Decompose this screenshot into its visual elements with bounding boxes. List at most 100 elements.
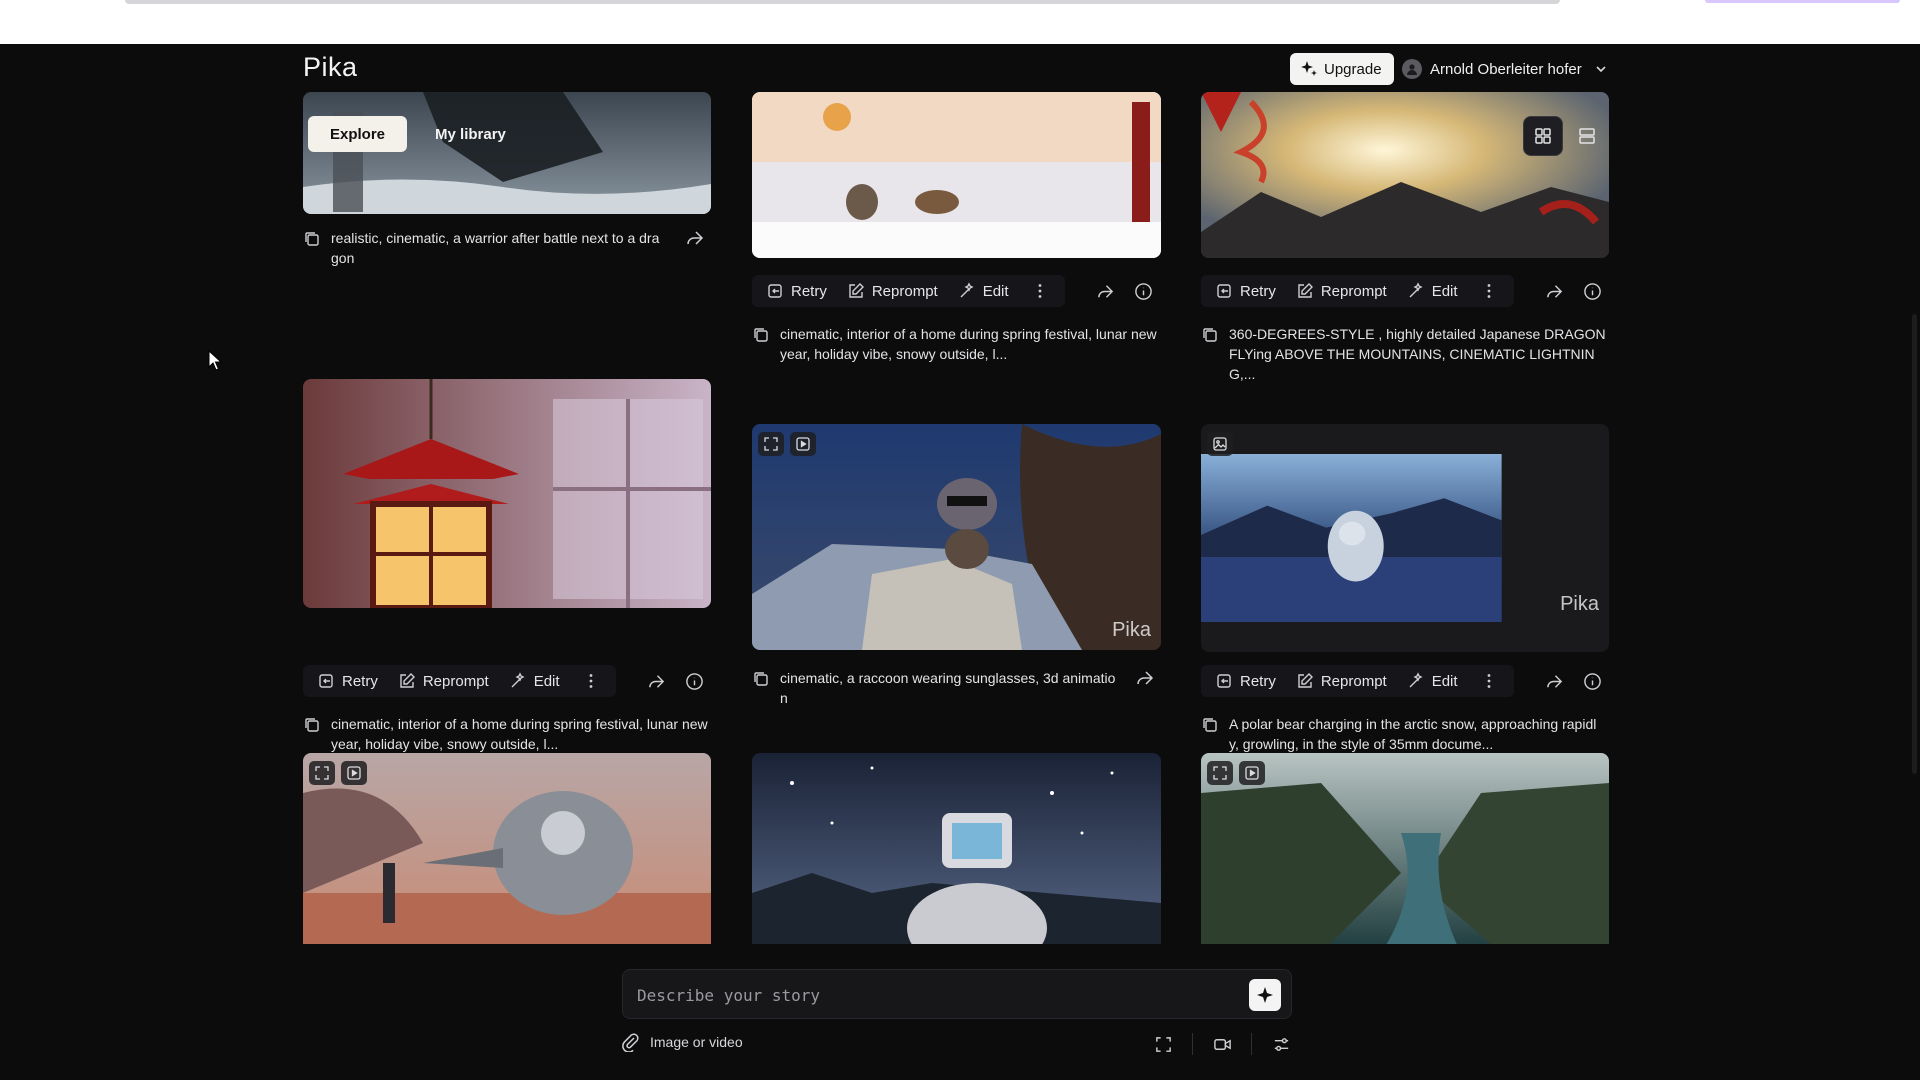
expand-badge[interactable] (758, 432, 784, 456)
more-options-button[interactable] (1468, 275, 1510, 307)
card-thumbnail-warrior[interactable] (303, 92, 711, 214)
prompt-text: realistic, cinematic, a warrior after ba… (331, 230, 660, 266)
prompt-text: cinematic, interior of a home during spr… (780, 326, 1157, 362)
more-options-button[interactable] (1019, 275, 1061, 307)
card-thumbnail-lantern[interactable] (303, 379, 711, 608)
share-button[interactable] (1540, 276, 1570, 306)
share-icon (1547, 284, 1563, 298)
pencil-square-icon (400, 673, 415, 688)
card-action-bar: Retry Reprompt Edit (752, 275, 1159, 307)
upgrade-button[interactable]: Upgrade (1290, 53, 1394, 85)
list-icon (1579, 128, 1595, 144)
copy-icon[interactable] (752, 326, 770, 364)
retry-button[interactable]: Retry (1205, 275, 1286, 307)
tab-my-library[interactable]: My library (413, 116, 528, 152)
info-icon (1584, 672, 1601, 690)
retry-label: Retry (1240, 282, 1276, 300)
edit-button[interactable]: Edit (1397, 665, 1468, 697)
retry-icon (1217, 284, 1231, 298)
share-icon[interactable] (1135, 668, 1161, 708)
card-thumbnail-astronaut[interactable] (303, 753, 711, 953)
generate-button[interactable] (1249, 979, 1281, 1011)
info-button[interactable] (680, 666, 710, 696)
copy-icon[interactable] (1201, 716, 1219, 754)
copy-icon[interactable] (303, 716, 321, 754)
reprompt-button[interactable]: Reprompt (388, 665, 499, 697)
camera-control-button[interactable] (1203, 1029, 1241, 1059)
vertical-dots-icon (1487, 284, 1490, 298)
story-input[interactable] (637, 980, 1197, 1010)
settings-sliders-button[interactable] (1262, 1029, 1300, 1059)
copy-icon[interactable] (1201, 326, 1219, 384)
mouse-cursor-icon (208, 350, 222, 371)
pika-logo[interactable]: Pika (303, 52, 358, 83)
tab-explore[interactable]: Explore (308, 116, 408, 152)
aspect-ratio-button[interactable] (1144, 1029, 1182, 1059)
card-caption-lantern: cinematic, interior of a home during spr… (303, 714, 711, 754)
list-view-button[interactable] (1567, 116, 1607, 156)
more-options-button[interactable] (1468, 665, 1510, 697)
more-options-button[interactable] (570, 665, 612, 697)
share-button[interactable] (642, 666, 672, 696)
info-button[interactable] (1578, 666, 1608, 696)
expand-badge[interactable] (309, 761, 335, 785)
info-button[interactable] (1578, 276, 1608, 306)
reprompt-button[interactable]: Reprompt (837, 275, 948, 307)
attach-label: Image or video (650, 1034, 743, 1050)
copy-icon[interactable] (303, 230, 321, 268)
attach-media-button[interactable]: Image or video (620, 1032, 743, 1052)
play-square-icon (796, 437, 810, 451)
info-button[interactable] (1129, 276, 1159, 306)
grid-view-button[interactable] (1523, 116, 1563, 156)
copy-icon[interactable] (752, 670, 770, 708)
prompt-text: A polar bear charging in the arctic snow… (1229, 716, 1597, 752)
card-thumbnail-spring-home[interactable] (752, 92, 1161, 258)
card-thumbnail-polar-bear[interactable]: Pika (1201, 424, 1609, 652)
prompt-text: cinematic, a raccoon wearing sunglasses,… (780, 670, 1116, 706)
page-scrollbar[interactable] (1912, 314, 1917, 774)
share-button[interactable] (1091, 276, 1121, 306)
info-icon (1584, 282, 1601, 300)
prompt-text: cinematic, interior of a home during spr… (331, 716, 708, 752)
retry-label: Retry (1240, 672, 1276, 690)
reprompt-button[interactable]: Reprompt (1286, 665, 1397, 697)
card-thumbnail-fjord[interactable] (1201, 753, 1609, 953)
action-group: Retry Reprompt Edit (752, 275, 1065, 307)
edit-button[interactable]: Edit (1397, 275, 1468, 307)
play-square-icon (347, 766, 361, 780)
thumbnail-image (303, 379, 711, 608)
pencil-square-icon (1298, 673, 1313, 688)
reprompt-button[interactable]: Reprompt (1286, 275, 1397, 307)
magic-wand-icon (1409, 672, 1423, 688)
retry-icon (319, 674, 333, 688)
pika-watermark: Pika (1112, 619, 1151, 641)
card-thumbnail-raccoon[interactable]: Pika (752, 424, 1161, 650)
story-composer (622, 969, 1292, 1019)
card-caption-polar-bear: A polar bear charging in the arctic snow… (1201, 714, 1609, 754)
pencil-square-icon (849, 283, 864, 298)
edit-label: Edit (533, 672, 560, 690)
video-camera-icon (1213, 1038, 1231, 1050)
edit-button[interactable]: Edit (948, 275, 1019, 307)
edit-label: Edit (982, 282, 1009, 300)
expand-badge[interactable] (1207, 761, 1233, 785)
edit-button[interactable]: Edit (499, 665, 570, 697)
user-menu[interactable]: Arnold Oberleiter hofer (1402, 53, 1608, 85)
retry-icon (1217, 674, 1231, 688)
reprompt-label: Reprompt (422, 672, 489, 690)
info-icon (1135, 282, 1152, 300)
retry-button[interactable]: Retry (756, 275, 837, 307)
thumbnail-image (752, 753, 1161, 953)
retry-button[interactable]: Retry (307, 665, 388, 697)
app-root: realistic, cinematic, a warrior after ba… (0, 44, 1920, 1080)
retry-button[interactable]: Retry (1205, 665, 1286, 697)
card-thumbnail-robot[interactable] (752, 753, 1161, 953)
chevron-down-icon (1596, 66, 1606, 73)
share-icon[interactable] (685, 228, 711, 268)
library-tabs: Explore My library (308, 116, 528, 152)
card-action-bar: Retry Reprompt Edit (303, 665, 710, 697)
expand-icon (764, 437, 778, 451)
view-toggle (1523, 116, 1607, 156)
share-button[interactable] (1540, 666, 1570, 696)
user-icon (1407, 64, 1417, 75)
